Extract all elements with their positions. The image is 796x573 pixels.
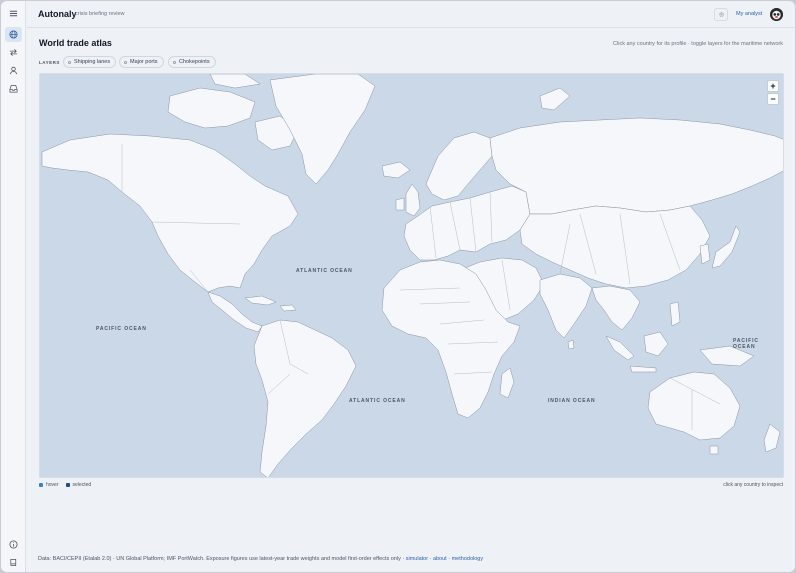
info-icon[interactable] — [5, 537, 22, 552]
country-java — [629, 365, 657, 373]
brand-subtitle: crisis briefing review — [75, 11, 125, 17]
page-title: World trade atlas — [39, 38, 112, 48]
world-map-canvas[interactable] — [40, 74, 784, 478]
footer-link-about[interactable]: about — [433, 556, 447, 562]
footer: Data: BACI/CEPII (Etalab 2.0) · UN Globa… — [38, 556, 483, 562]
legend-swatch-selected — [65, 483, 70, 487]
settings-button[interactable] — [714, 8, 728, 21]
country-novaya-zemlya — [539, 87, 571, 111]
country-scandinavia — [425, 131, 493, 201]
country-korea — [699, 243, 711, 265]
side-rail — [1, 1, 26, 572]
ocean-label-indian: INDIAN OCEAN — [548, 398, 596, 404]
chip-chokepoints[interactable]: Chokepoints — [168, 56, 216, 68]
country-sri-lanka — [567, 339, 575, 350]
country-australia — [647, 371, 741, 441]
world-map[interactable]: ATLANTIC OCEAN PACIFIC OCEAN PACIFIC OCE… — [39, 73, 784, 478]
country-arctic-island-2 — [209, 74, 261, 89]
country-iceland — [381, 161, 411, 179]
brand-name: Autonaly — [38, 9, 77, 19]
footer-link-methodology[interactable]: methodology — [452, 556, 484, 562]
chip-shipping-lanes[interactable]: Shipping lanes — [63, 56, 117, 68]
chip-label: Chokepoints — [179, 59, 210, 65]
toggle-dot-icon — [124, 60, 127, 64]
country-russia — [489, 117, 783, 215]
gear-icon — [718, 12, 724, 17]
map-legend: hover selected — [39, 482, 91, 488]
country-hispaniola — [279, 304, 297, 312]
chip-label: Shipping lanes — [74, 59, 111, 65]
country-arctic-islands — [167, 87, 256, 129]
my-analyst-link[interactable]: My analyst — [736, 11, 762, 17]
top-bar: Autonaly crisis briefing review My analy… — [27, 1, 795, 28]
legend-selected-label: selected — [72, 482, 92, 488]
ocean-label-pacific-east: PACIFIC OCEAN — [733, 338, 759, 350]
country-japan — [711, 225, 741, 269]
inbox-icon[interactable] — [5, 81, 22, 96]
ocean-label-atlantic-south: ATLANTIC OCEAN — [349, 398, 406, 404]
footer-link-simulator[interactable]: simulator — [406, 556, 428, 562]
country-sumatra — [605, 335, 635, 361]
app-window: Autonaly crisis briefing review My analy… — [1, 1, 795, 572]
chip-label: Major ports — [130, 59, 158, 65]
ocean-label-pacific-west: PACIFIC OCEAN — [96, 326, 147, 332]
ocean-label-atlantic-north: ATLANTIC OCEAN — [296, 268, 353, 274]
book-icon[interactable] — [5, 555, 22, 570]
legend-hover-label: hover — [46, 482, 59, 488]
country-madagascar — [499, 367, 515, 399]
toggle-dot-icon — [68, 60, 71, 64]
country-new-zealand — [763, 423, 781, 453]
country-central-asia — [519, 205, 711, 289]
legend-hover: hover — [39, 482, 59, 488]
country-europe — [403, 185, 531, 261]
country-borneo — [643, 331, 669, 357]
country-cuba — [244, 295, 277, 306]
country-india — [539, 273, 593, 339]
country-north-america — [41, 133, 299, 293]
arrows-swap-icon[interactable] — [5, 45, 22, 60]
layers-label: LAYERS — [39, 60, 60, 65]
menu-icon[interactable] — [5, 6, 22, 21]
inspect-hint: click any country to inspect — [723, 482, 783, 488]
toggle-dot-icon — [173, 60, 176, 64]
zoom-in-button[interactable]: + — [767, 80, 779, 92]
country-uk — [405, 183, 421, 217]
chip-major-ports[interactable]: Major ports — [119, 56, 164, 68]
country-tasmania — [709, 445, 719, 455]
user-icon[interactable] — [5, 63, 22, 78]
legend-swatch-hover — [39, 483, 43, 487]
avatar[interactable] — [770, 8, 783, 21]
country-ireland — [395, 197, 405, 211]
country-south-america — [253, 319, 357, 477]
zoom-out-button[interactable]: − — [767, 93, 779, 105]
footer-text: Data: BACI/CEPII (Etalab 2.0) · UN Globa… — [38, 556, 405, 562]
page-hint: Click any country for its profile · togg… — [613, 41, 783, 47]
country-philippines — [669, 301, 681, 327]
globe-icon[interactable] — [5, 27, 22, 42]
legend-selected: selected — [65, 482, 92, 488]
country-southeast-asia — [591, 285, 641, 331]
